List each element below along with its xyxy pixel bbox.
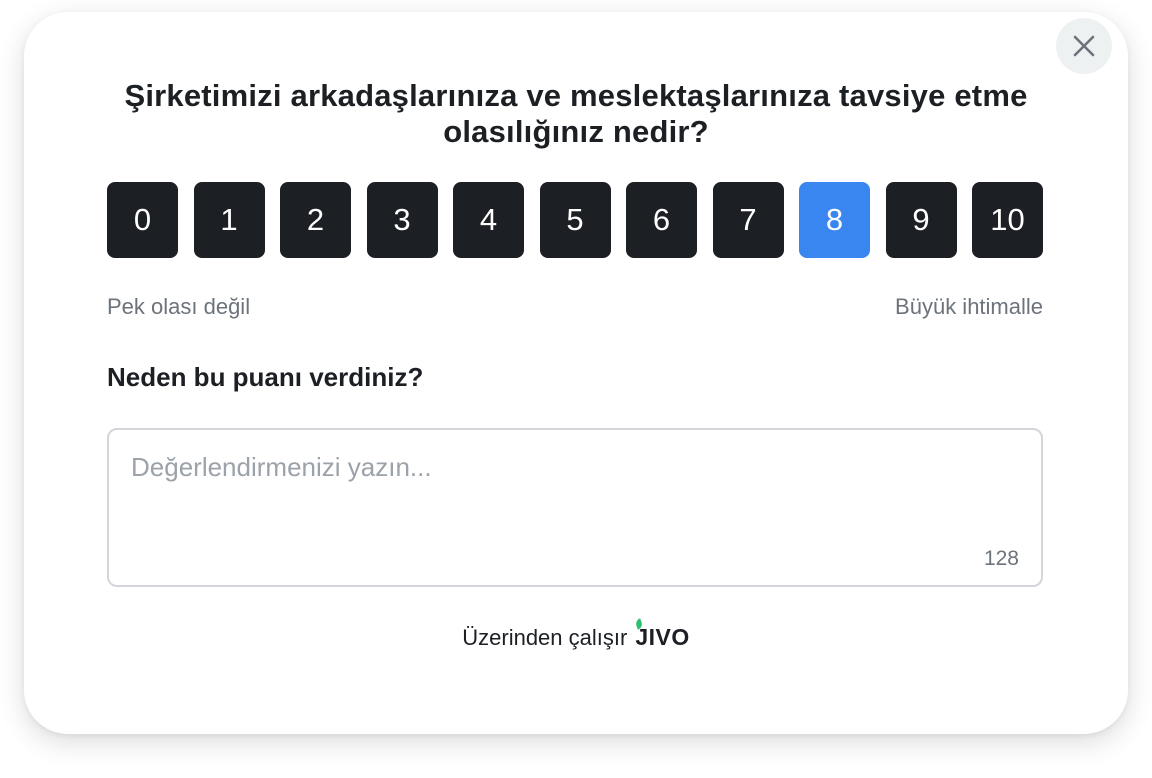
comment-textarea[interactable] (131, 452, 1011, 542)
score-button-8[interactable]: 8 (799, 182, 870, 258)
reason-question: Neden bu puanı verdiniz? (107, 362, 424, 392)
score-button-2[interactable]: 2 (280, 182, 351, 258)
score-button-7[interactable]: 7 (712, 182, 784, 258)
high-likelihood-label: Büyük ihtimalle (895, 294, 1043, 319)
comment-field-container: 128 (107, 428, 1043, 587)
brand-name: JIVO (635, 624, 690, 650)
survey-title: Şirketimizi arkadaşlarınıza ve meslektaş… (124, 78, 1028, 149)
character-counter: 128 (983, 547, 1019, 570)
score-button-9[interactable]: 9 (885, 182, 957, 258)
jivo-logo-icon[interactable]: JIVO (634, 618, 690, 651)
score-button-4[interactable]: 4 (453, 182, 524, 258)
score-button-1[interactable]: 1 (193, 182, 265, 258)
score-button-0[interactable]: 0 (107, 182, 178, 258)
low-likelihood-label: Pek olası değil (107, 294, 251, 319)
nps-survey-card: Şirketimizi arkadaşlarınıza ve meslektaş… (24, 12, 1128, 734)
powered-by-footer: Üzerinden çalışır JIVO (24, 618, 1128, 651)
score-scale: 0 1 2 3 4 5 6 7 8 9 10 (107, 182, 1043, 258)
powered-by-label: Üzerinden çalışır (462, 624, 628, 650)
score-button-3[interactable]: 3 (366, 182, 438, 258)
score-button-10[interactable]: 10 (972, 182, 1043, 258)
close-button[interactable] (1056, 18, 1112, 74)
score-button-6[interactable]: 6 (626, 182, 697, 258)
close-icon (1073, 35, 1095, 57)
score-button-5[interactable]: 5 (539, 182, 611, 258)
